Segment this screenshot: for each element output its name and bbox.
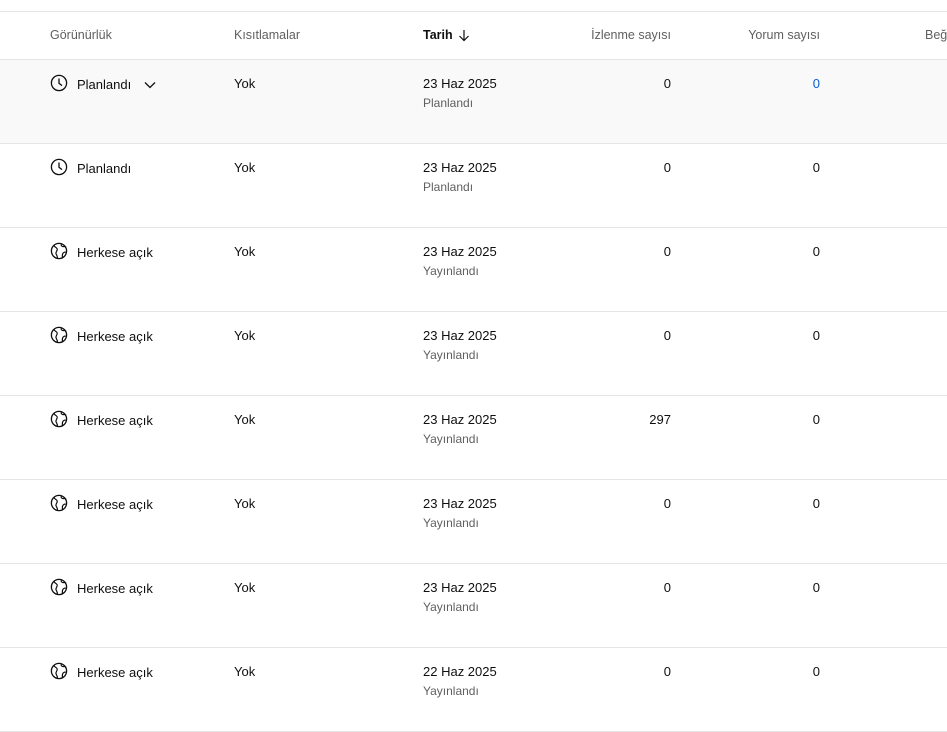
comments-cell: 0 — [812, 160, 820, 175]
date-value: 23 Haz 2025 — [423, 76, 497, 91]
date-status: Yayınlandı — [423, 600, 479, 614]
globe-icon — [50, 326, 68, 344]
date-cell: 23 Haz 2025 Planlandı — [423, 76, 497, 110]
visibility-cell[interactable]: Herkese açık — [50, 326, 153, 344]
views-cell: 0 — [663, 664, 671, 679]
table-row[interactable]: Herkese açık Yok 23 Haz 2025 Yayınlandı 0 0 — [0, 480, 947, 564]
views-cell: 0 — [663, 328, 671, 343]
comments-cell[interactable]: 0 — [813, 76, 820, 91]
comments-cell: 0 — [812, 328, 820, 343]
header-views[interactable]: İzlenme sayısı — [591, 28, 671, 42]
date-cell: 23 Haz 2025 Planlandı — [423, 160, 497, 194]
restrictions-cell: Yok — [234, 664, 256, 679]
visibility-cell[interactable]: Herkese açık — [50, 410, 153, 428]
restrictions-cell: Yok — [234, 496, 256, 511]
views-cell: 0 — [663, 580, 671, 595]
table-header: Görünürlük Kısıtlamalar Tarih İzlenme sa… — [0, 12, 947, 60]
visibility-label: Herkese açık — [77, 664, 153, 680]
views-cell: 0 — [663, 496, 671, 511]
date-cell: 23 Haz 2025 Yayınlandı — [423, 496, 497, 530]
header-date-sort[interactable]: Tarih — [423, 28, 470, 42]
table-row[interactable]: Herkese açık Yok 23 Haz 2025 Yayınlandı 0 0 — [0, 228, 947, 312]
clock-icon — [50, 74, 68, 92]
table-row[interactable]: Herkese açık Yok 22 Haz 2025 Yayınlandı 0 0 — [0, 648, 947, 732]
header-visibility: Görünürlük — [50, 28, 112, 42]
visibility-label: Planlandı — [77, 76, 132, 92]
date-value: 23 Haz 2025 — [423, 412, 497, 427]
restrictions-cell: Yok — [234, 244, 256, 259]
date-value: 22 Haz 2025 — [423, 664, 497, 679]
restrictions-cell: Yok — [234, 328, 256, 343]
visibility-label: Planlandı — [77, 160, 132, 176]
date-cell: 23 Haz 2025 Yayınlandı — [423, 328, 497, 362]
table-row[interactable]: Herkese açık Yok 23 Haz 2025 Yayınlandı 0 0 — [0, 564, 947, 648]
views-cell: 297 — [649, 412, 671, 427]
date-status: Yayınlandı — [423, 516, 479, 530]
date-value: 23 Haz 2025 — [423, 160, 497, 175]
date-status: Planlandı — [423, 96, 474, 110]
restrictions-cell: Yok — [234, 580, 256, 595]
comments-cell: 0 — [812, 664, 820, 679]
header-restrictions: Kısıtlamalar — [234, 28, 300, 42]
chevron-down-icon[interactable] — [144, 75, 156, 92]
date-cell: 23 Haz 2025 Yayınlandı — [423, 580, 497, 614]
globe-icon — [50, 578, 68, 596]
visibility-label: Herkese açık — [77, 328, 153, 344]
visibility-label: Herkese açık — [77, 496, 153, 512]
comments-cell: 0 — [812, 580, 820, 595]
date-value: 23 Haz 2025 — [423, 244, 497, 259]
table-row[interactable]: Planlandı Yok 23 Haz 2025 Planlandı 0 0 — [0, 60, 947, 144]
comments-cell: 0 — [812, 244, 820, 259]
date-cell: 23 Haz 2025 Yayınlandı — [423, 412, 497, 446]
date-value: 23 Haz 2025 — [423, 580, 497, 595]
visibility-label: Herkese açık — [77, 412, 153, 428]
restrictions-cell: Yok — [234, 76, 256, 91]
arrow-down-icon — [458, 29, 469, 41]
visibility-label: Herkese açık — [77, 244, 153, 260]
date-status: Yayınlandı — [423, 432, 479, 446]
globe-icon — [50, 410, 68, 428]
date-cell: 22 Haz 2025 Yayınlandı — [423, 664, 497, 698]
visibility-cell[interactable]: Planlandı — [50, 158, 131, 176]
visibility-label: Herkese açık — [77, 580, 153, 596]
header-date-label: Tarih — [423, 28, 453, 42]
date-status: Yayınlandı — [423, 264, 479, 278]
visibility-cell[interactable]: Herkese açık — [50, 494, 153, 512]
views-cell: 0 — [663, 160, 671, 175]
restrictions-cell: Yok — [234, 412, 256, 427]
date-status: Planlandı — [423, 180, 474, 194]
comments-cell: 0 — [812, 412, 820, 427]
globe-icon — [50, 662, 68, 680]
comments-cell: 0 — [812, 496, 820, 511]
table-row[interactable]: Planlandı Yok 23 Haz 2025 Planlandı 0 0 — [0, 144, 947, 228]
globe-icon — [50, 242, 68, 260]
visibility-cell[interactable]: Planlandı — [50, 74, 156, 92]
views-cell: 0 — [663, 244, 671, 259]
date-value: 23 Haz 2025 — [423, 328, 497, 343]
date-value: 23 Haz 2025 — [423, 496, 497, 511]
clock-icon — [50, 158, 68, 176]
table-row[interactable]: Herkese açık Yok 23 Haz 2025 Yayınlandı 0 0 — [0, 312, 947, 396]
views-cell: 0 — [663, 76, 671, 91]
table-row[interactable]: Herkese açık Yok 23 Haz 2025 Yayınlandı 297 0 — [0, 396, 947, 480]
visibility-cell[interactable]: Herkese açık — [50, 242, 153, 260]
header-likes[interactable]: Beğ — [925, 28, 947, 42]
date-cell: 23 Haz 2025 Yayınlandı — [423, 244, 497, 278]
date-status: Yayınlandı — [423, 348, 479, 362]
globe-icon — [50, 494, 68, 512]
visibility-cell[interactable]: Herkese açık — [50, 662, 153, 680]
header-comments[interactable]: Yorum sayısı — [748, 28, 820, 42]
visibility-cell[interactable]: Herkese açık — [50, 578, 153, 596]
restrictions-cell: Yok — [234, 160, 256, 175]
date-status: Yayınlandı — [423, 684, 479, 698]
